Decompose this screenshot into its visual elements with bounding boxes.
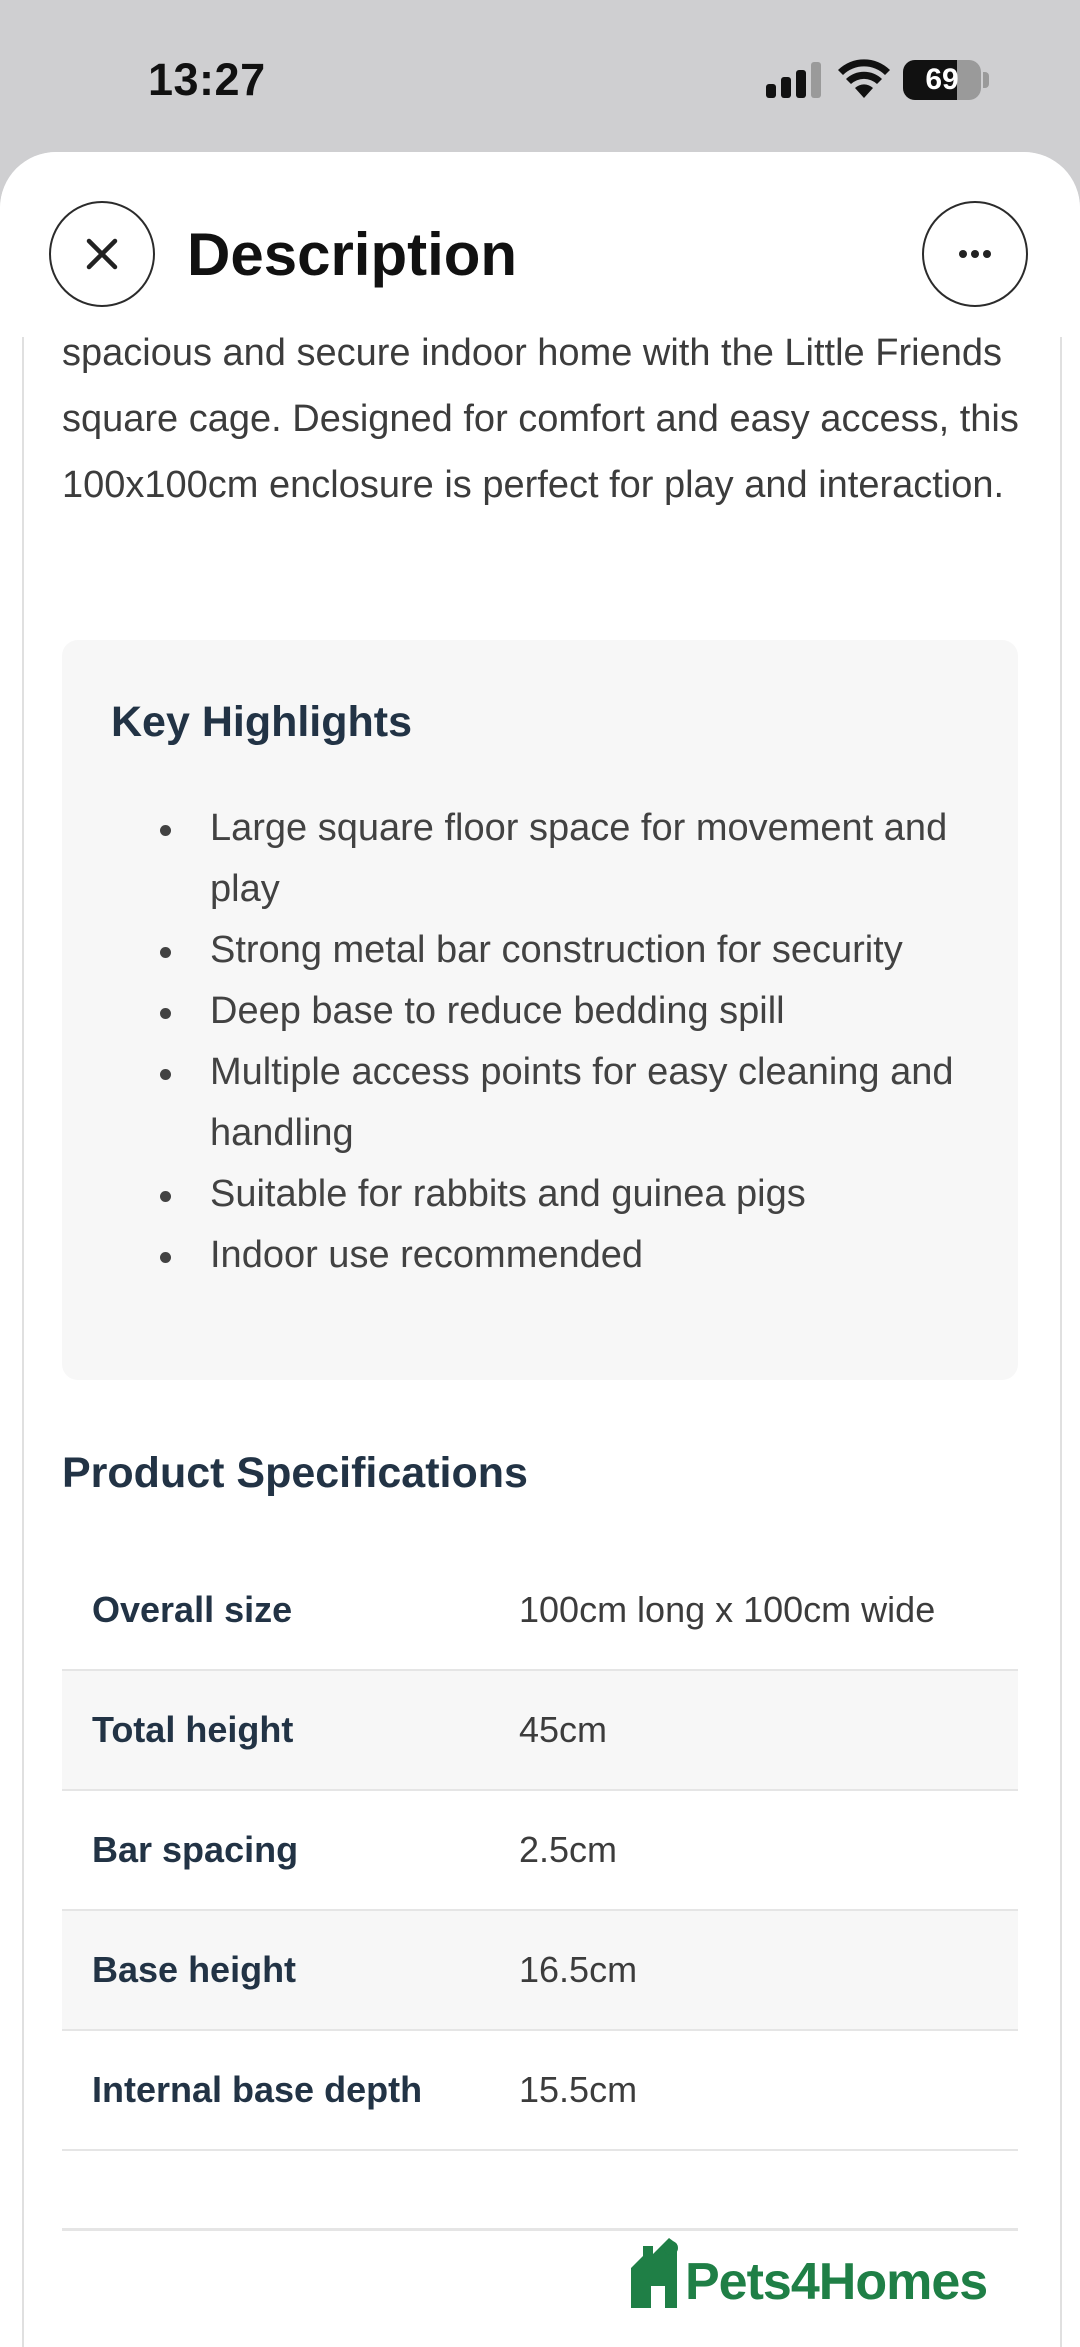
- status-bar: 13:27 69: [0, 0, 1080, 150]
- list-item: Suitable for rabbits and guinea pigs: [160, 1164, 960, 1225]
- cellular-signal-icon: [766, 62, 822, 98]
- sheet-title: Description: [187, 221, 518, 288]
- table-row: Internal base depth 15.5cm: [62, 2031, 1018, 2151]
- list-item: Multiple access points for easy cleaning…: [160, 1042, 960, 1164]
- spec-value: 16.5cm: [519, 1949, 638, 1990]
- description-text: spacious and secure indoor home with the…: [62, 332, 1019, 506]
- status-time: 13:27: [148, 54, 266, 105]
- highlights-list: Large square floor space for movement an…: [160, 798, 960, 1286]
- sheet-header: Description: [0, 152, 1080, 337]
- key-highlights-title: Key Highlights: [111, 698, 413, 746]
- table-row: Bar spacing 2.5cm: [62, 1791, 1018, 1911]
- table-row: Overall size 100cm long x 100cm wide: [62, 1551, 1018, 1671]
- spec-value: 2.5cm: [519, 1829, 618, 1870]
- key-highlights-box: Key Highlights Large square floor space …: [62, 640, 1018, 1380]
- spec-value: 15.5cm: [519, 2069, 638, 2110]
- spec-label: Overall size: [92, 1589, 293, 1630]
- pets4homes-logo: Pets4Homes: [625, 2234, 1025, 2314]
- divider: [62, 2228, 1018, 2231]
- spec-value: 100cm long x 100cm wide: [519, 1589, 936, 1630]
- spec-label: Internal base depth: [92, 2069, 423, 2110]
- spec-label: Total height: [92, 1709, 294, 1750]
- specifications-title: Product Specifications: [62, 1449, 528, 1497]
- spec-label: Bar spacing: [92, 1829, 299, 1870]
- spec-value: 45cm: [519, 1709, 608, 1750]
- wifi-icon: [838, 59, 890, 98]
- pets4homes-logo-icon: [631, 2238, 678, 2308]
- battery-level: 69: [925, 63, 959, 96]
- description-sheet: Description spacious and secure indoor h…: [0, 152, 1080, 2347]
- list-item: Indoor use recommended: [160, 1225, 960, 1286]
- specifications-table: Overall size 100cm long x 100cm wide Tot…: [62, 1551, 1018, 2151]
- pets4homes-wordmark: Pets4Homes: [685, 2253, 988, 2311]
- ellipsis-icon: [959, 250, 991, 258]
- close-button[interactable]: [49, 201, 155, 307]
- more-options-button[interactable]: [922, 201, 1028, 307]
- close-icon: [86, 238, 118, 270]
- list-item: Large square floor space for movement an…: [160, 798, 960, 920]
- list-item: Deep base to reduce bedding spill: [160, 981, 960, 1042]
- spec-label: Base height: [92, 1949, 297, 1990]
- list-item: Strong metal bar construction for securi…: [160, 920, 960, 981]
- table-row: Base height 16.5cm: [62, 1911, 1018, 2031]
- table-row: Total height 45cm: [62, 1671, 1018, 1791]
- battery-icon: 69: [903, 60, 981, 100]
